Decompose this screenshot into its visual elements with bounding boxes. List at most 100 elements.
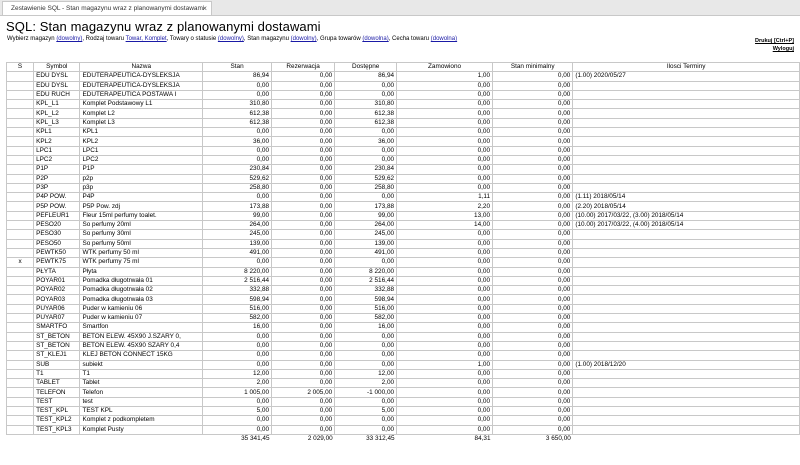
column-header-symbol[interactable]: Symbol xyxy=(33,61,81,73)
table-row[interactable]: TABLET Tablet 2,00 0,00 2,00 0,00 0,00 xyxy=(5,378,800,389)
status-filter-link[interactable]: (dowolny) xyxy=(218,36,244,42)
table-row[interactable]: TEST_KPL TEST KPL 5,00 0,00 5,00 0,00 0,00 xyxy=(5,405,800,417)
table-row[interactable]: TEST test 0,00 0,00 0,00 0,00 0,00 xyxy=(5,396,800,408)
cell-s xyxy=(5,340,35,352)
cell-nazwa: Płyta xyxy=(79,266,204,277)
table-row[interactable]: P5P POW. P5P Pow. zdj 173,88 0,00 173,88 2,20… xyxy=(5,201,800,212)
table-row[interactable]: ST_KLEJ1 KLEJ BETON CONNECT 15KG 0,00 0,00 0… xyxy=(5,350,800,361)
table-row[interactable]: LPC2 LPC2 0,00 0,00 0,00 0,00 0,00 xyxy=(5,154,800,166)
stan-filter-link[interactable]: (dowolny) xyxy=(291,36,317,42)
browser-tab[interactable]: Zestawienie SQL - Stan magazynu wraz z p… xyxy=(2,1,212,15)
table-row[interactable]: ST_BETON BETON ELEW. 45X90 SZARY 0,4 0,00 0… xyxy=(5,340,800,352)
column-header-stan-minimalny[interactable]: Stan minimalny xyxy=(492,61,574,73)
cell-zamowiono: 0,00 xyxy=(396,108,494,119)
table-row[interactable]: TEST_KPL3 Komplet Pusty 0,00 0,00 0,00 0,00 0,… xyxy=(5,424,800,435)
column-header-nazwa[interactable]: Nazwa xyxy=(79,61,204,73)
cell-rezerwacja: 0,00 xyxy=(271,136,336,147)
cell-s xyxy=(5,210,35,222)
cell-rezerwacja: 0,00 xyxy=(271,378,336,389)
cell-stan-minimalny: 0,00 xyxy=(492,415,574,426)
cell-zamowiono: 0,00 xyxy=(396,368,494,380)
cell-symbol: TABLET xyxy=(33,378,81,389)
table-row[interactable]: EDU DYSL EDUTERAPEUTICA-DYSLEKSJA 0,00 0,00… xyxy=(5,80,800,91)
cell-ilosci-terminy xyxy=(572,108,800,119)
table-row[interactable]: KPL_L2 Komplet L2 612,38 0,00 612,38 0,00 0,00 xyxy=(5,108,800,119)
table-row[interactable]: TELEFON Telefon 1 005,00 2 005,00 -1 000,00 0… xyxy=(5,387,800,398)
column-header-rezerwacja[interactable]: Rezerwacja xyxy=(271,61,336,73)
cell-zamowiono: 14,00 xyxy=(396,220,494,231)
table-body: EDU DYSL EDUTERAPEUTICA-DYSLEKSJA 86,94 0,0… xyxy=(5,71,800,443)
column-header-stan[interactable]: Stan xyxy=(202,61,273,73)
cell-stan: 0,00 xyxy=(202,89,273,101)
magazyn-filter-link[interactable]: (dowolny) xyxy=(56,36,82,42)
cell-stan-minimalny: 0,00 xyxy=(492,247,574,259)
table-row[interactable]: PESO30 So perfumy 30ml 245,00 0,00 245,00 0,0… xyxy=(5,229,800,240)
table-row[interactable]: KPL2 KPL2 36,00 0,00 36,00 0,00 0,00 xyxy=(5,136,800,147)
table-row[interactable]: P2P p2p 529,62 0,00 529,62 0,00 0,00 xyxy=(5,173,800,184)
cell-dostepne: 0,00 xyxy=(334,257,398,268)
table-row[interactable]: POYAR01 Pomadka długotrwała 01 2 516,44 0,0… xyxy=(5,275,800,287)
cell-symbol: P3P xyxy=(33,182,81,194)
rodzaj-filter-link[interactable]: Towar, Komplet xyxy=(126,36,167,42)
total-nazwa xyxy=(80,434,203,443)
table-row[interactable]: LPC1 LPC1 0,00 0,00 0,00 0,00 0,00 xyxy=(5,145,800,156)
table-row[interactable]: TEST_KPL2 Komplet z podkompletem 0,00 0,00 0… xyxy=(5,415,800,426)
cell-zamowiono: 0,00 xyxy=(396,127,494,138)
cell-ilosci-terminy xyxy=(572,154,800,166)
cecha-filter-link[interactable]: (dowolna) xyxy=(431,36,457,42)
logout-link[interactable]: Wyloguj xyxy=(755,45,794,53)
cell-rezerwacja: 0,00 xyxy=(271,238,336,249)
cell-zamowiono: 0,00 xyxy=(396,154,494,166)
table-row[interactable]: POYAR02 Pomadka długotrwała 02 332,88 0,00 3… xyxy=(5,285,800,296)
cell-stan: 2,00 xyxy=(202,378,273,389)
cell-dostepne: 264,00 xyxy=(334,220,398,231)
table-row[interactable]: SMARTFO Smartfon 16,00 0,00 16,00 0,00 0,00 xyxy=(5,322,800,333)
table-row[interactable]: KPL1 KPL1 0,00 0,00 0,00 0,00 0,00 xyxy=(5,127,800,138)
cell-nazwa: Komplet L3 xyxy=(79,117,204,129)
cell-s xyxy=(5,368,35,380)
column-header-s[interactable]: S xyxy=(5,61,35,73)
table-row[interactable]: PŁYTA Płyta 8 220,00 0,00 8 220,00 0,00 0,00 xyxy=(5,266,800,277)
table-row[interactable]: PESO20 So perfumy 20ml 264,00 0,00 264,00 14,… xyxy=(5,220,800,231)
cell-rezerwacja: 0,00 xyxy=(271,164,336,175)
close-icon[interactable]: × xyxy=(202,2,207,16)
cell-stan: 612,38 xyxy=(202,108,273,119)
cell-dostepne: 0,00 xyxy=(334,80,398,91)
cell-symbol: PESO50 xyxy=(33,238,81,249)
column-header-ilosci-terminy[interactable]: Ilosci Terminy xyxy=(572,61,800,73)
table-row[interactable]: KPL_L3 Komplet L3 612,38 0,00 612,38 0,00 0,00 xyxy=(5,117,800,129)
cell-s xyxy=(5,220,35,231)
table-row[interactable]: x PEWTK75 WTK perfumy 75 ml 0,00 0,00 0,00 0,0… xyxy=(5,257,800,268)
column-header-zamowiono[interactable]: Zamowiono xyxy=(396,61,494,73)
table-row[interactable]: ST_BETON BETON ELEW. 45X90 J.SZARY 0, 0,00… xyxy=(5,331,800,342)
table-row[interactable]: PEWTK50 WTK perfumy 50 ml 491,00 0,00 491,00… xyxy=(5,247,800,259)
cell-dostepne: 258,80 xyxy=(334,182,398,194)
column-header-dostepne[interactable]: Dostępne xyxy=(334,61,398,73)
cell-dostepne: 0,00 xyxy=(334,145,398,156)
table-row[interactable]: EDU RUCH EDUTERAPEUTICA POSTAWA I 0,00 0,00… xyxy=(5,89,800,101)
cell-s xyxy=(5,285,35,296)
table-row[interactable]: P1P P1P 230,84 0,00 230,84 0,00 0,00 xyxy=(5,164,800,175)
cell-zamowiono: 1,11 xyxy=(396,192,494,203)
cell-symbol: PŁYTA xyxy=(33,266,81,277)
table-row[interactable]: PESO50 So perfumy 50ml 139,00 0,00 139,00 0,0… xyxy=(5,238,800,249)
cell-zamowiono: 0,00 xyxy=(396,80,494,91)
cell-rezerwacja: 0,00 xyxy=(271,350,336,361)
table-row[interactable]: PUYAR07 Puder w kamieniu 07 582,00 0,00 582,… xyxy=(5,312,800,324)
cecha-label: Cecha towaru xyxy=(392,36,430,42)
table-row[interactable]: PUYAR06 Puder w kamieniu 06 516,00 0,00 516,… xyxy=(5,303,800,315)
table-row[interactable]: T1 T1 12,00 0,00 12,00 0,00 0,00 xyxy=(5,368,800,380)
cell-stan: 258,80 xyxy=(202,182,273,194)
table-row[interactable]: P3P p3p 258,80 0,00 258,80 0,00 0,00 xyxy=(5,182,800,194)
table-row[interactable]: PEFLEUR1 Fleur 15ml perfumy toalet. 99,00 0… xyxy=(5,210,800,222)
table-row[interactable]: P4P POW. P4P 0,00 0,00 0,00 1,11 0,00 (1.11) 20… xyxy=(5,192,800,203)
table-row[interactable]: KPL_L1 Komplet Podstawowy L1 310,80 0,00 310… xyxy=(5,99,800,110)
print-link[interactable]: Drukuj [Ctrl+P] xyxy=(755,37,794,45)
table-row[interactable]: EDU DYSL EDUTERAPEUTICA-DYSLEKSJA 86,94 0,0… xyxy=(5,71,800,82)
grupa-filter-link[interactable]: (dowolna) xyxy=(362,36,388,42)
cell-s xyxy=(5,71,35,82)
table-row[interactable]: SUB subiekt 0,00 0,00 0,00 1,00 0,00 (1.00) 201… xyxy=(5,359,800,370)
cell-nazwa: Komplet z podkompletem xyxy=(79,415,204,426)
table-row[interactable]: POYAR03 Pomadka długotrwała 03 598,94 0,00 5… xyxy=(5,294,800,305)
cell-symbol: TEST_KPL3 xyxy=(33,424,81,435)
